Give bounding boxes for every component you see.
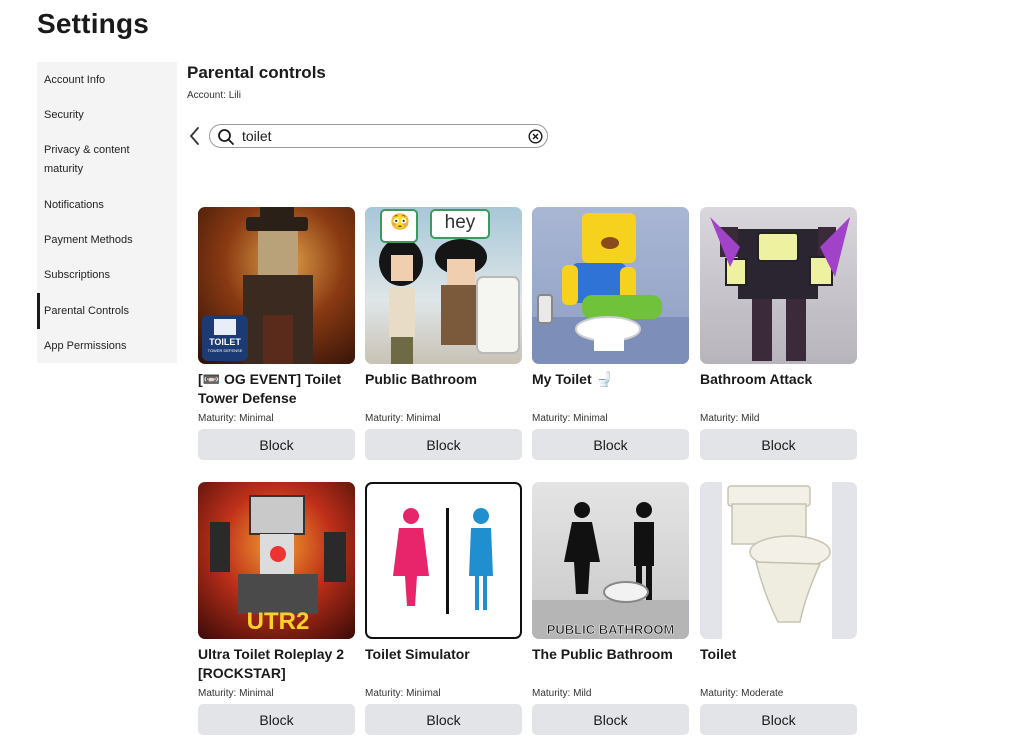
speech-bubble-emoji: 😳 <box>390 214 410 231</box>
maturity-label: Maturity: Minimal <box>198 688 274 699</box>
sidebar-item-app-permissions[interactable]: App Permissions <box>37 337 177 356</box>
block-button[interactable]: Block <box>365 429 522 460</box>
game-thumbnail[interactable]: PUBLIC BATHROOM <box>532 482 689 639</box>
back-button[interactable] <box>186 124 204 148</box>
maturity-label: Maturity: Mild <box>532 688 592 699</box>
thumbnail-sub-text: TOWER DEFENSE <box>207 348 243 353</box>
game-title[interactable]: Ultra Toilet Roleplay 2 [ROCKSTAR] <box>198 645 356 683</box>
settings-sidebar: Account Info Security Privacy & content … <box>37 62 177 363</box>
thumbnail-badge-text: TOILET <box>209 337 241 347</box>
game-title[interactable]: [📼 OG EVENT] Toilet Tower Defense <box>198 370 356 408</box>
game-title[interactable]: Toilet Simulator <box>365 645 523 664</box>
game-title[interactable]: My Toilet 🚽 <box>532 370 690 389</box>
game-title[interactable]: The Public Bathroom <box>532 645 690 664</box>
sidebar-item-notifications[interactable]: Notifications <box>37 196 177 215</box>
block-button[interactable]: Block <box>700 429 857 460</box>
clear-icon[interactable] <box>528 129 543 144</box>
game-title[interactable]: Bathroom Attack <box>700 370 858 389</box>
block-button[interactable]: Block <box>365 704 522 735</box>
game-thumbnail[interactable] <box>365 482 522 639</box>
search-bar <box>209 124 548 148</box>
thumbnail-badge-text: UTR2 <box>246 608 310 635</box>
account-label: Account: Lili <box>187 90 241 101</box>
maturity-label: Maturity: Minimal <box>532 413 608 424</box>
sidebar-item-privacy[interactable]: Privacy & content maturity <box>37 141 157 179</box>
sidebar-item-security[interactable]: Security <box>37 106 177 125</box>
game-title[interactable]: Public Bathroom <box>365 370 523 389</box>
game-thumbnail[interactable] <box>700 482 857 639</box>
sidebar-item-parental-controls[interactable]: Parental Controls <box>37 293 177 329</box>
sidebar-item-subscriptions[interactable]: Subscriptions <box>37 266 177 285</box>
maturity-label: Maturity: Minimal <box>365 413 441 424</box>
page-title: Settings <box>37 8 150 39</box>
game-thumbnail[interactable] <box>700 207 857 364</box>
maturity-label: Maturity: Moderate <box>700 688 784 699</box>
block-button[interactable]: Block <box>198 429 355 460</box>
game-thumbnail[interactable]: UTR2 <box>198 482 355 639</box>
block-button[interactable]: Block <box>532 704 689 735</box>
block-button[interactable]: Block <box>532 429 689 460</box>
speech-bubble-text: hey <box>444 212 476 233</box>
sidebar-item-account-info[interactable]: Account Info <box>37 71 177 90</box>
maturity-label: Maturity: Minimal <box>365 688 441 699</box>
chevron-left-icon <box>190 127 199 145</box>
block-button[interactable]: Block <box>700 704 857 735</box>
section-title: Parental controls <box>187 63 326 82</box>
game-title[interactable]: Toilet <box>700 645 858 664</box>
sidebar-item-payment-methods[interactable]: Payment Methods <box>37 231 177 250</box>
search-icon <box>218 129 234 145</box>
game-thumbnail[interactable]: 😳 hey <box>365 207 522 364</box>
thumbnail-badge-text: PUBLIC BATHROOM <box>546 622 675 638</box>
maturity-label: Maturity: Mild <box>700 413 760 424</box>
search-input[interactable] <box>242 127 512 145</box>
game-thumbnail[interactable]: TOILET TOWER DEFENSE <box>198 207 355 364</box>
game-thumbnail[interactable] <box>532 207 689 364</box>
block-button[interactable]: Block <box>198 704 355 735</box>
maturity-label: Maturity: Minimal <box>198 413 274 424</box>
